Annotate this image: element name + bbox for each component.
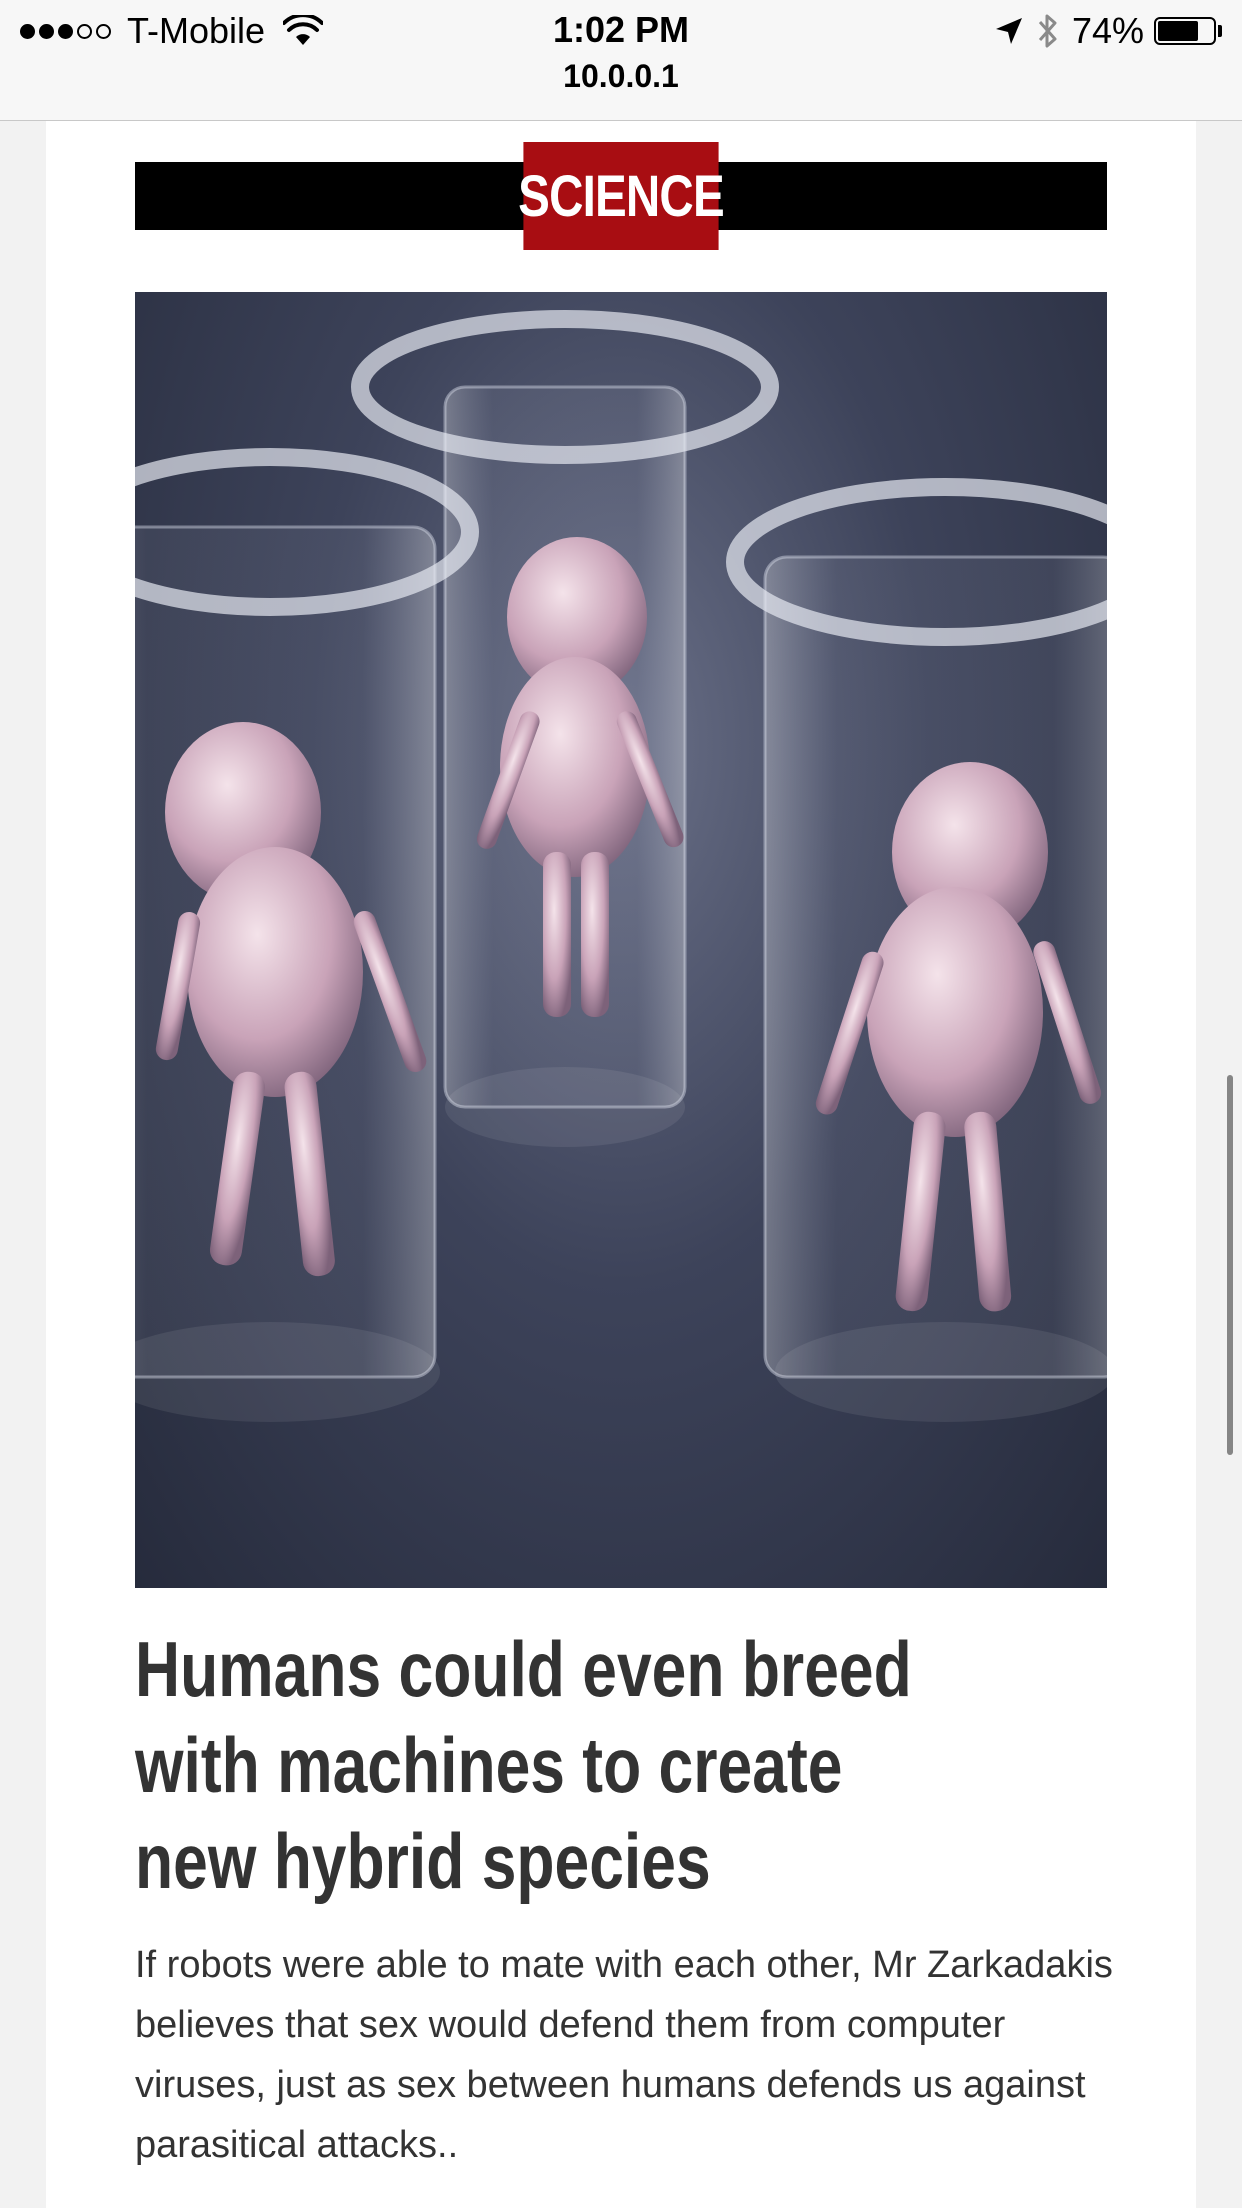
hero-image-art (135, 310, 1107, 1422)
battery-tip (1218, 25, 1222, 37)
bluetooth-icon (1036, 13, 1060, 49)
glass-tube-left (135, 448, 479, 1422)
address-url[interactable]: 10.0.0.1 (0, 56, 1242, 96)
article-headline[interactable]: Humans could even breed with machines to… (135, 1621, 935, 1909)
section-label[interactable]: SCIENCE (518, 142, 725, 250)
battery-icon (1154, 17, 1216, 45)
article-summary: If robots were able to mate with each ot… (135, 1944, 1113, 2166)
article-card: SCIENCE Humans could even breed with mac… (46, 121, 1196, 2208)
scrollbar[interactable] (1227, 1075, 1233, 1455)
hero-image[interactable] (135, 292, 1107, 1588)
location-arrow-icon (994, 16, 1024, 46)
battery-fill (1158, 21, 1198, 41)
status-right: 74% (994, 10, 1222, 52)
glass-tube-right (726, 478, 1107, 1422)
battery-percent: 74% (1071, 10, 1144, 51)
status-bar: T-Mobile 1:02 PM 10.0.0.1 74% (0, 0, 1242, 121)
